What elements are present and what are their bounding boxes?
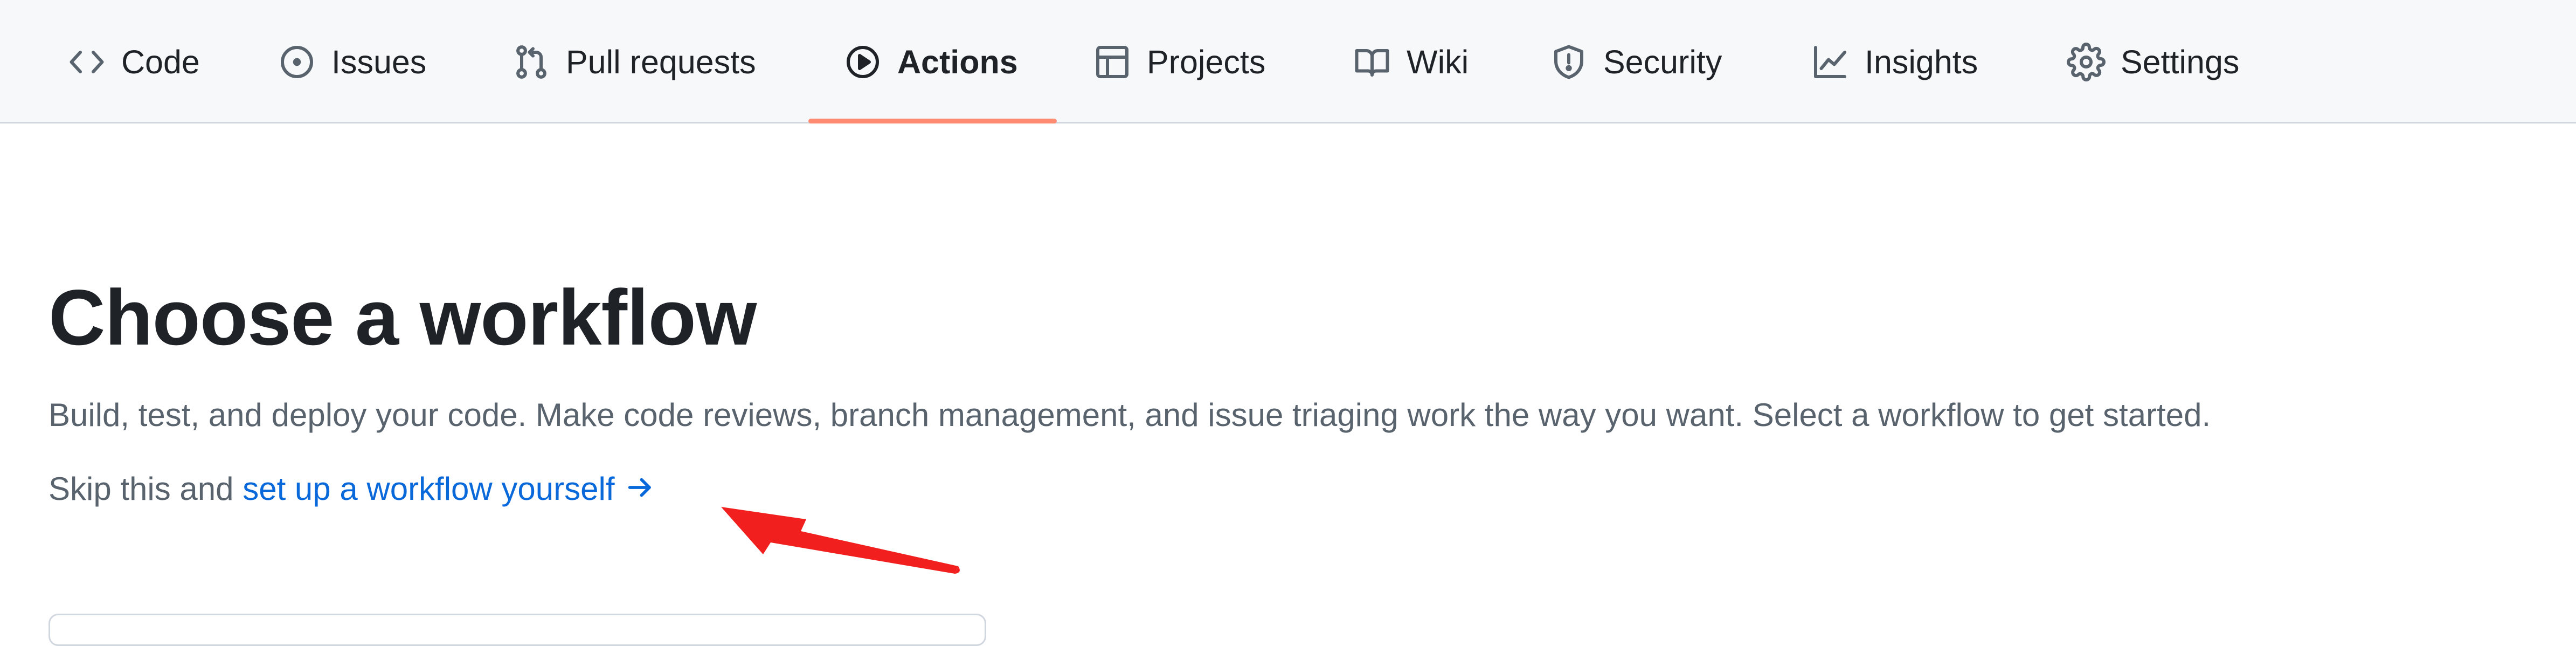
workflow-card[interactable] bbox=[49, 614, 986, 646]
page-description: Build, test, and deploy your code. Make … bbox=[49, 397, 2211, 433]
repo-nav: Code Issues Pull requests Actions Projec… bbox=[0, 0, 2576, 123]
page-title: Choose a workflow bbox=[49, 273, 757, 361]
skip-line: Skip this and set up a workflow yourself bbox=[49, 470, 656, 511]
active-tab-indicator bbox=[808, 119, 1057, 123]
tab-pull-requests-label: Pull requests bbox=[566, 43, 756, 80]
annotation-arrow bbox=[721, 507, 960, 574]
table-icon bbox=[1093, 43, 1132, 81]
tab-settings-label: Settings bbox=[2121, 43, 2240, 80]
setup-workflow-yourself-link[interactable]: set up a workflow yourself bbox=[243, 471, 655, 507]
gear-icon bbox=[2067, 42, 2106, 81]
git-pull-request-icon bbox=[512, 43, 551, 81]
tab-settings[interactable]: Settings bbox=[2067, 0, 2239, 123]
tab-security-label: Security bbox=[1603, 43, 1722, 80]
tab-code[interactable]: Code bbox=[67, 0, 200, 123]
setup-workflow-yourself-label: set up a workflow yourself bbox=[243, 471, 615, 507]
tab-actions-label: Actions bbox=[897, 43, 1018, 80]
tab-code-label: Code bbox=[121, 43, 200, 80]
skip-prefix: Skip this and bbox=[49, 471, 243, 507]
tab-wiki[interactable]: Wiki bbox=[1353, 0, 1469, 123]
graph-icon bbox=[1811, 43, 1850, 81]
tab-issues-label: Issues bbox=[331, 43, 427, 80]
tab-issues[interactable]: Issues bbox=[278, 0, 426, 123]
tab-insights[interactable]: Insights bbox=[1811, 0, 1978, 123]
shield-icon bbox=[1549, 43, 1588, 81]
tab-insights-label: Insights bbox=[1865, 43, 1978, 80]
tab-projects[interactable]: Projects bbox=[1093, 0, 1265, 123]
tab-projects-label: Projects bbox=[1147, 43, 1266, 80]
tab-actions[interactable]: Actions bbox=[843, 0, 1018, 123]
code-icon bbox=[67, 43, 106, 81]
arrow-right-icon bbox=[625, 472, 656, 511]
play-icon bbox=[843, 43, 882, 81]
book-icon bbox=[1353, 43, 1391, 81]
tab-wiki-label: Wiki bbox=[1407, 43, 1469, 80]
issue-opened-icon bbox=[278, 43, 316, 81]
tab-security[interactable]: Security bbox=[1549, 0, 1722, 123]
tab-pull-requests[interactable]: Pull requests bbox=[512, 0, 756, 123]
